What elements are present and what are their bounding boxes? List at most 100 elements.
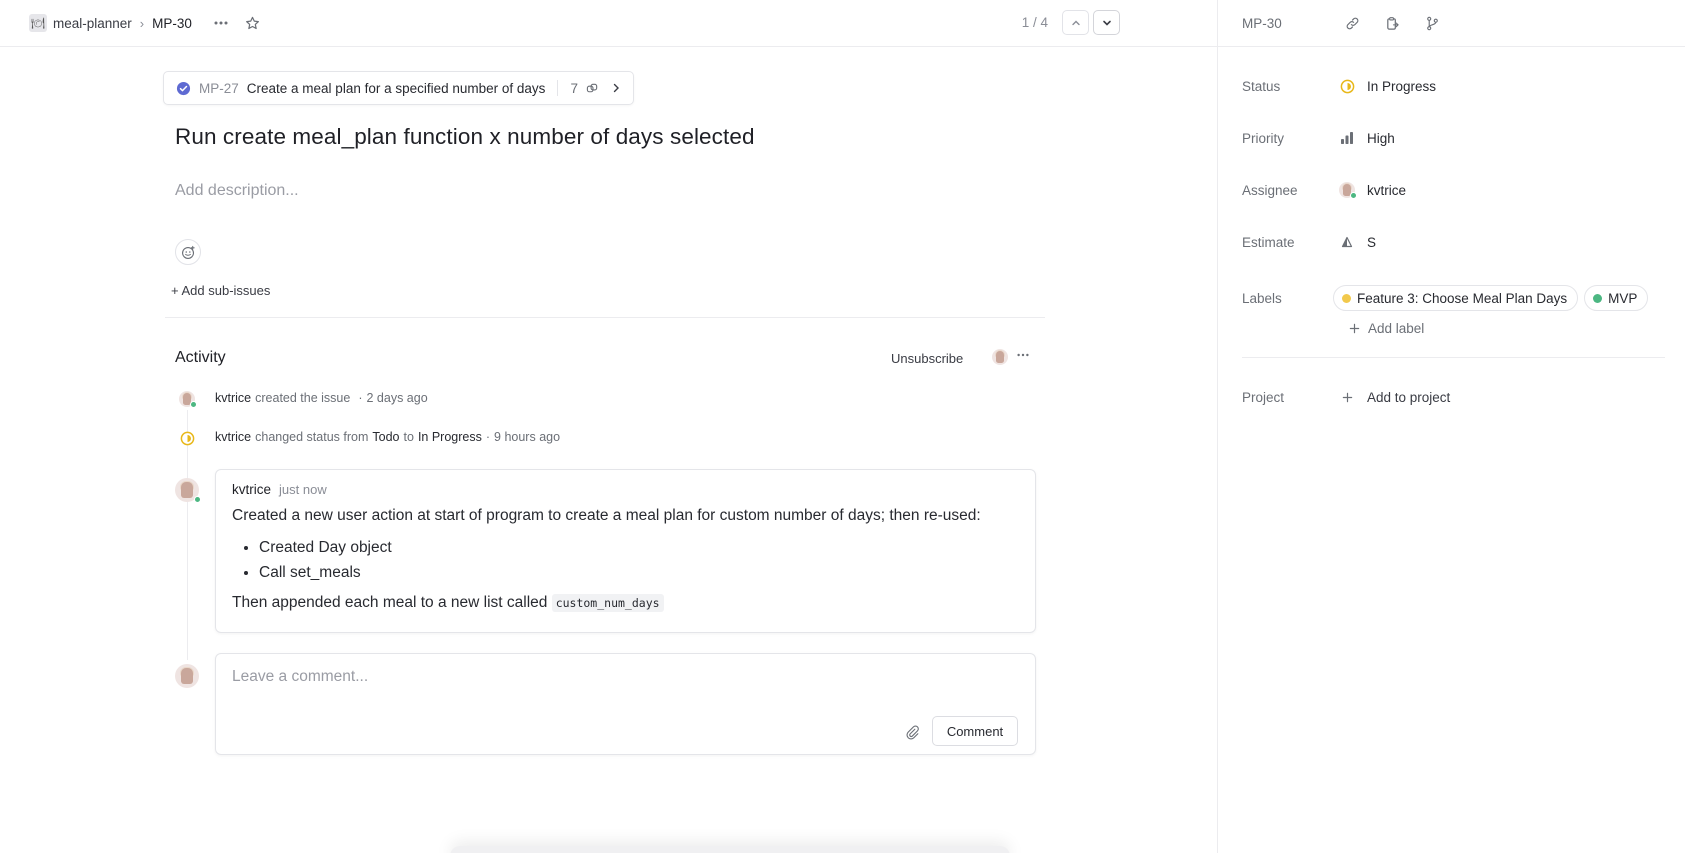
inline-code: custom_num_days	[551, 594, 664, 613]
activity-more-button[interactable]	[1016, 348, 1030, 365]
plus-icon	[1339, 389, 1355, 405]
event-time: 9 hours ago	[494, 430, 561, 444]
top-bar: 🍽 meal-planner › MP-30 1 / 4	[0, 0, 1217, 47]
more-options-button[interactable]	[208, 10, 234, 36]
floating-toolbar-shadow	[450, 846, 1010, 853]
estimate-value: S	[1367, 234, 1377, 250]
section-divider	[165, 317, 1045, 318]
assignee-picker[interactable]: kvtrice	[1339, 182, 1407, 199]
emoji-add-icon	[181, 245, 195, 259]
comment-outro: Then appended each meal to a new list ca…	[232, 594, 548, 612]
sidebar-header: MP-30	[1218, 0, 1685, 47]
add-sub-issues-button[interactable]: + Add sub-issues	[171, 283, 270, 298]
label-color-dot	[1342, 293, 1351, 303]
status-picker[interactable]: In Progress	[1339, 78, 1436, 94]
label-chip-mvp[interactable]: MVP	[1584, 285, 1649, 311]
issue-title[interactable]: Run create meal_plan function x number o…	[175, 124, 755, 150]
comment-input[interactable]	[232, 668, 932, 686]
event-separator: ·	[485, 430, 491, 444]
comment-author[interactable]: kvtrice	[232, 482, 271, 497]
paperclip-icon	[905, 724, 919, 739]
status-value: In Progress	[1367, 78, 1437, 94]
priority-bars-icon	[1339, 130, 1355, 146]
add-reaction-button[interactable]	[175, 239, 201, 265]
property-assignee: Assignee kvtrice	[1242, 182, 1407, 199]
current-user-avatar[interactable]	[175, 664, 199, 688]
online-indicator	[1350, 192, 1357, 199]
submit-comment-button[interactable]: Comment	[932, 716, 1018, 746]
favorite-button[interactable]	[240, 10, 266, 36]
add-label-button[interactable]: Add label	[1349, 321, 1424, 336]
event-to-word: to	[403, 430, 414, 444]
label-name: Feature 3: Choose Meal Plan Days	[1357, 290, 1568, 306]
description-placeholder[interactable]: Add description...	[175, 182, 299, 200]
copy-branch-button[interactable]	[1418, 9, 1446, 37]
breadcrumb-project[interactable]: meal-planner	[53, 16, 132, 31]
parent-chip-divider	[557, 80, 559, 96]
project-value: Add to project	[1367, 389, 1451, 405]
property-status: Status In Progress	[1242, 78, 1436, 94]
add-label-text: Add label	[1368, 321, 1425, 336]
estimate-label: Estimate	[1242, 234, 1295, 250]
comment-bullet-list: Created Day object Call set_meals	[259, 537, 1019, 584]
in-progress-status-icon	[180, 431, 195, 449]
property-project: Project Add to project	[1242, 389, 1450, 405]
clipboard-icon	[1386, 16, 1399, 30]
subscriber-avatar[interactable]	[992, 349, 1008, 365]
assignee-label: Assignee	[1242, 182, 1298, 198]
comment-outro-line: Then appended each meal to a new list ca…	[232, 592, 1019, 614]
plus-icon	[1349, 323, 1360, 334]
unsubscribe-button[interactable]: Unsubscribe	[891, 351, 963, 366]
property-labels: Labels Feature 3: Choose Meal Plan Days …	[1242, 285, 1654, 311]
breadcrumb-current[interactable]: MP-30	[152, 16, 192, 31]
issue-pager: 1 / 4	[1022, 10, 1120, 35]
comment-time[interactable]: just now	[279, 482, 327, 497]
chevron-up-icon	[1071, 20, 1080, 25]
link-icon	[1346, 17, 1358, 29]
comment-card: kvtrice just now Created a new user acti…	[215, 469, 1036, 633]
comment-intro: Created a new user action at start of pr…	[232, 507, 981, 524]
status-label: Status	[1242, 78, 1281, 94]
list-item: Created Day object	[259, 537, 1019, 559]
star-icon	[246, 16, 260, 29]
comment-author-avatar[interactable]	[175, 478, 201, 503]
event-status-to: In Progress	[417, 430, 482, 444]
next-issue-button[interactable]	[1093, 10, 1120, 35]
estimate-icon	[1339, 234, 1355, 250]
comment-body: Created a new user action at start of pr…	[232, 505, 1019, 615]
online-indicator	[190, 401, 197, 408]
avatar[interactable]	[179, 391, 197, 408]
event-actor[interactable]: kvtrice	[215, 430, 251, 444]
priority-value: High	[1367, 130, 1395, 146]
priority-picker[interactable]: High	[1339, 130, 1395, 146]
parent-issue-title: Create a meal plan for a specified numbe…	[246, 80, 546, 96]
sidebar-issue-id: MP-30	[1242, 15, 1282, 31]
label-name: MVP	[1608, 290, 1638, 306]
property-estimate: Estimate S	[1242, 234, 1376, 250]
list-item: Call set_meals	[259, 562, 1019, 584]
event-actor[interactable]: kvtrice	[215, 391, 251, 405]
chevron-down-icon	[1102, 20, 1111, 26]
previous-issue-button[interactable]	[1062, 10, 1089, 35]
sub-issue-count: 7	[570, 80, 578, 96]
priority-label: Priority	[1242, 130, 1285, 146]
copy-id-button[interactable]	[1378, 9, 1406, 37]
attach-file-button[interactable]	[900, 720, 924, 744]
label-chip-feature-3[interactable]: Feature 3: Choose Meal Plan Days	[1333, 285, 1579, 311]
breadcrumb-separator: ›	[139, 15, 145, 31]
activity-event-status-change: kvtrice changed status from Todo to In P…	[215, 430, 560, 444]
project-picker[interactable]: Add to project	[1339, 389, 1450, 405]
done-status-icon	[176, 81, 191, 95]
git-branch-icon	[1426, 16, 1438, 30]
estimate-picker[interactable]: S	[1339, 234, 1376, 250]
copy-link-button[interactable]	[1338, 9, 1366, 37]
event-separator: ·	[358, 391, 363, 405]
sub-issues-icon	[586, 83, 598, 92]
parent-issue-chip[interactable]: MP-27 Create a meal plan for a specified…	[163, 71, 634, 105]
new-comment-box: Comment	[215, 653, 1036, 755]
activity-event-created: kvtrice created the issue · 2 days ago	[215, 391, 428, 405]
in-progress-status-icon	[1339, 78, 1355, 94]
assignee-value: kvtrice	[1367, 182, 1407, 198]
assignee-avatar-wrap	[1339, 182, 1357, 199]
label-color-dot	[1593, 293, 1603, 303]
